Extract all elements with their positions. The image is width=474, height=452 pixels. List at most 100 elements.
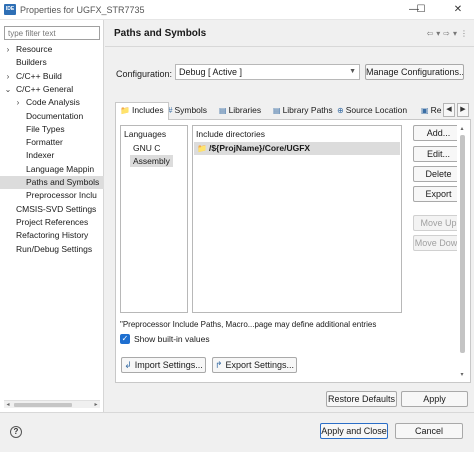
- title-separator: [105, 46, 474, 47]
- settings-tabs: 📁 Includes # Symbols ▤ Libraries ▤ Library Path…: [115, 102, 441, 120]
- maximize-icon[interactable]: ☐: [411, 3, 431, 17]
- chevron-right-icon[interactable]: ›: [4, 43, 12, 56]
- tab-label: Libraries: [228, 105, 262, 115]
- tab-icon: ▤: [273, 106, 281, 115]
- scroll-right-icon[interactable]: ▸: [92, 401, 100, 409]
- sidebar-item[interactable]: File Types: [0, 123, 104, 136]
- sidebar: › Resource Builders › C/C++ Build ⌄ C/C++ Gene…: [0, 20, 104, 412]
- scrollbar-thumb[interactable]: [14, 403, 72, 407]
- sidebar-item[interactable]: › C/C++ Build: [0, 70, 104, 83]
- sidebar-item-label: Code Analysis: [26, 97, 80, 108]
- tab-label: Includes: [131, 105, 164, 115]
- include-directory-path: /${ProjName}/Core/UGFX: [208, 143, 311, 153]
- tab-icon: #: [168, 106, 173, 115]
- sidebar-item-label: Run/Debug Settings: [16, 243, 93, 254]
- chevron-right-icon[interactable]: ›: [4, 70, 12, 83]
- list-item-assembly[interactable]: Assembly: [130, 155, 173, 167]
- sidebar-item-label: Builders: [16, 57, 47, 68]
- sidebar-item[interactable]: Preprocessor Inclu: [0, 189, 104, 202]
- tab-label: Library Paths: [282, 105, 333, 115]
- chevron-right-icon[interactable]: ›: [14, 96, 22, 109]
- sidebar-item-label: Language Mappin: [26, 163, 95, 174]
- include-directories-list[interactable]: Include directories 📁/${ProjName}/Core/U…: [192, 125, 402, 313]
- export-settings-button[interactable]: ↱ Export Settings...: [212, 357, 297, 373]
- sidebar-item-label: Paths and Symbols: [26, 177, 100, 187]
- sidebar-item[interactable]: › Resource: [0, 43, 104, 56]
- apply-and-close-button[interactable]: Apply and Close: [320, 423, 388, 439]
- languages-header: Languages: [124, 129, 167, 139]
- configuration-value: Debug [ Active ]: [179, 67, 243, 77]
- chevron-down-icon[interactable]: ▾: [453, 29, 457, 38]
- sidebar-horizontal-scrollbar[interactable]: ◂ ▸: [4, 400, 100, 408]
- import-settings-button[interactable]: ↲ Import Settings...: [121, 357, 206, 373]
- manage-configurations-button[interactable]: Manage Configurations...: [365, 64, 464, 80]
- scrollbar-thumb[interactable]: [460, 135, 465, 353]
- view-menu-icon[interactable]: ⋮: [460, 29, 468, 38]
- dialog-footer: ? Apply and Close Cancel: [0, 412, 474, 452]
- sidebar-item-label: C/C++ General: [16, 83, 74, 94]
- checkbox-checked-icon[interactable]: ✓: [120, 334, 130, 344]
- forward-arrow-icon[interactable]: ⇨: [443, 29, 450, 38]
- include-directory-row[interactable]: 📁/${ProjName}/Core/UGFX: [194, 142, 400, 155]
- show-builtin-values-label: Show built-in values: [134, 334, 210, 344]
- sidebar-item-label: C/C++ Build: [16, 70, 62, 81]
- sidebar-item[interactable]: Documentation: [0, 110, 104, 123]
- tab-scroll-right-icon[interactable]: ▶: [457, 103, 469, 117]
- tab-symbols[interactable]: # Symbols: [168, 103, 207, 119]
- tab-label: Re: [430, 105, 442, 115]
- tab-includes[interactable]: 📁 Includes: [115, 102, 169, 120]
- sidebar-item-label: Preprocessor Inclu: [26, 190, 97, 201]
- tab-re[interactable]: ▣ Re: [421, 103, 441, 119]
- sidebar-item[interactable]: Formatter: [0, 136, 104, 149]
- tab-libraries[interactable]: ▤ Libraries: [219, 103, 261, 119]
- sidebar-item[interactable]: Indexer: [0, 149, 104, 162]
- sidebar-item[interactable]: Builders: [0, 56, 104, 69]
- scroll-left-icon[interactable]: ◂: [4, 401, 12, 409]
- sidebar-item[interactable]: Run/Debug Settings: [0, 243, 104, 256]
- folder-icon: 📁: [197, 144, 207, 153]
- sidebar-item-label: Documentation: [26, 110, 84, 121]
- apply-button[interactable]: Apply: [401, 391, 468, 407]
- cancel-button[interactable]: Cancel: [395, 423, 463, 439]
- sidebar-item[interactable]: › Code Analysis: [0, 96, 104, 109]
- tab-scroll-left-icon[interactable]: ◀: [443, 103, 455, 117]
- sidebar-item[interactable]: Language Mappin: [0, 163, 104, 176]
- sidebar-item-label: Refactoring History: [16, 230, 89, 241]
- list-item-gnu-c[interactable]: GNU C: [130, 142, 163, 154]
- includes-tab-panel: Languages GNU C Assembly Include directo…: [115, 119, 471, 383]
- tab-icon: ▣: [421, 106, 429, 115]
- configuration-select[interactable]: Debug [ Active ] ▼: [175, 64, 360, 80]
- scroll-up-icon[interactable]: ▴: [457, 125, 467, 133]
- panel-vertical-scrollbar[interactable]: ▴ ▾: [457, 125, 467, 379]
- sidebar-item[interactable]: Refactoring History: [0, 229, 104, 242]
- window-titlebar: IDE Properties for UGFX_STR7735 — ☐ ✕: [0, 0, 474, 20]
- sidebar-item-label: Resource: [16, 44, 53, 54]
- sidebar-item[interactable]: Paths and Symbols: [0, 176, 104, 189]
- chevron-down-icon[interactable]: ▾: [436, 29, 440, 38]
- sidebar-item-label: Indexer: [26, 150, 55, 161]
- page-navigation: ⇦ ▾ ⇨ ▾ ⋮: [424, 29, 468, 38]
- sidebar-item[interactable]: ⌄ C/C++ General: [0, 83, 104, 96]
- help-icon[interactable]: ?: [10, 426, 22, 438]
- export-settings-label: Export Settings...: [225, 360, 295, 370]
- close-icon[interactable]: ✕: [448, 3, 468, 17]
- filter-input[interactable]: [4, 26, 100, 40]
- sidebar-item[interactable]: CMSIS-SVD Settings: [0, 203, 104, 216]
- scroll-down-icon[interactable]: ▾: [457, 371, 467, 379]
- page-title: Paths and Symbols: [114, 28, 207, 39]
- import-icon: ↲: [124, 360, 132, 370]
- restore-defaults-button[interactable]: Restore Defaults: [326, 391, 397, 407]
- languages-list[interactable]: Languages GNU C Assembly: [120, 125, 188, 313]
- tab-icon: 📁: [120, 106, 130, 115]
- sidebar-item-label: CMSIS-SVD Settings: [16, 203, 97, 214]
- chevron-down-icon[interactable]: ⌄: [4, 83, 12, 96]
- chevron-down-icon: ▼: [349, 68, 356, 75]
- sidebar-item[interactable]: Project References: [0, 216, 104, 229]
- tab-source-location[interactable]: ⊕ Source Location: [337, 103, 407, 119]
- tab-library-paths[interactable]: ▤ Library Paths: [273, 103, 333, 119]
- properties-page: Paths and Symbols ⇦ ▾ ⇨ ▾ ⋮ Configuration: D…: [105, 20, 474, 412]
- include-directories-header: Include directories: [196, 129, 265, 139]
- sidebar-item-label: File Types: [26, 123, 65, 134]
- window-title: Properties for UGFX_STR7735: [20, 5, 145, 15]
- back-arrow-icon[interactable]: ⇦: [427, 29, 434, 38]
